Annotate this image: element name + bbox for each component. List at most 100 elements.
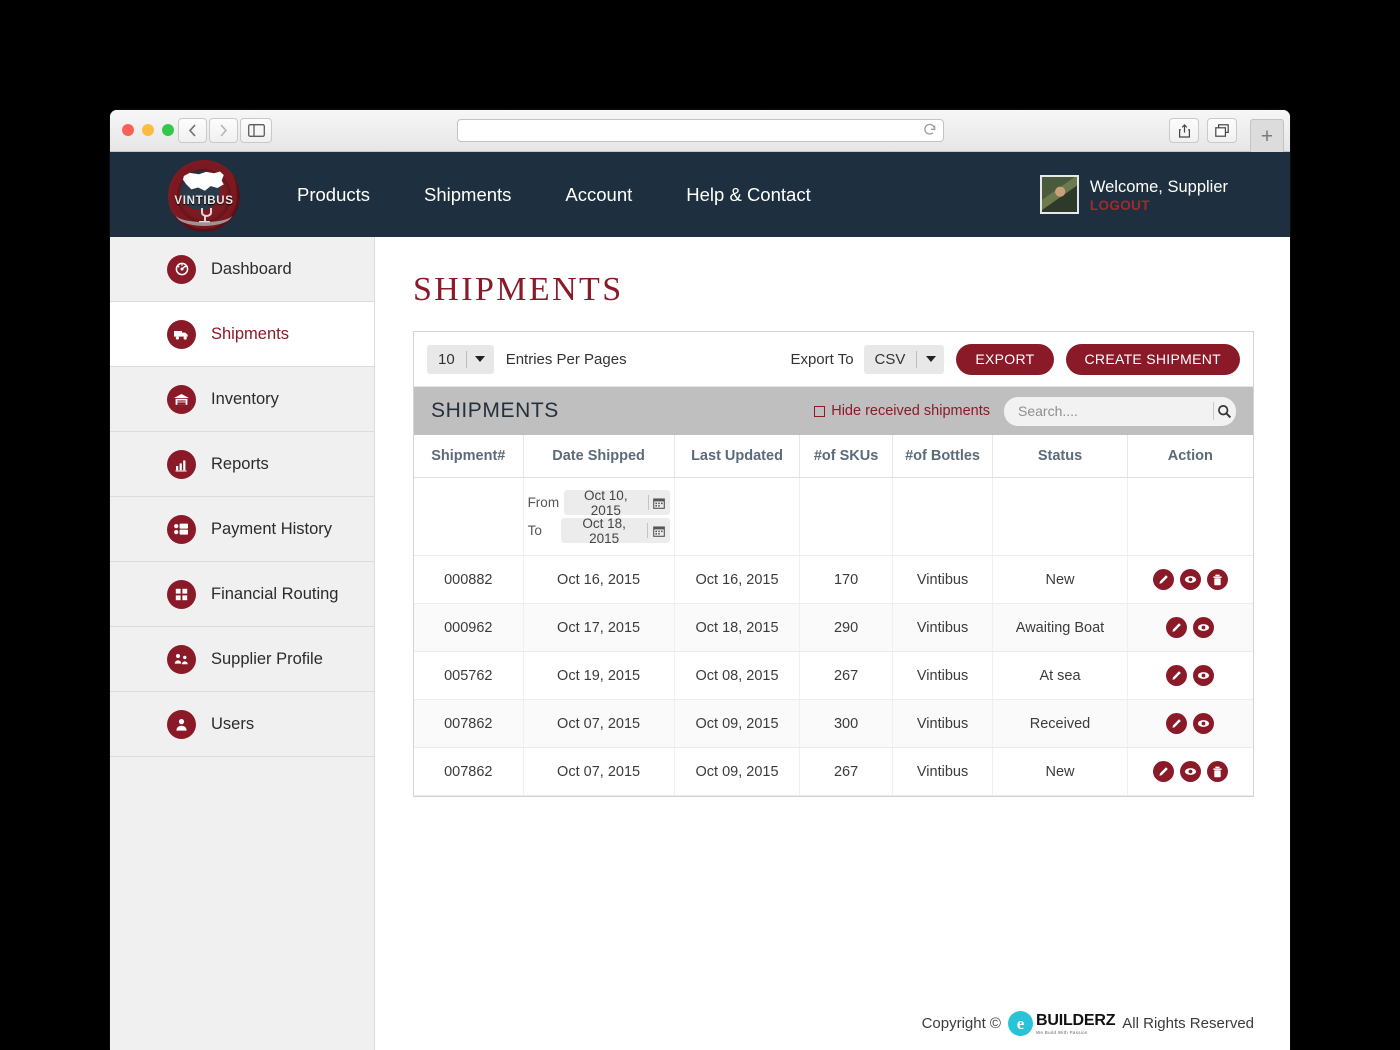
chevron-down-icon	[467, 356, 494, 362]
back-chevron-icon	[188, 124, 196, 137]
share-button[interactable]	[1169, 118, 1199, 143]
panel-toolbar: 10 Entries Per Pages Export To CSV EXPOR…	[414, 332, 1253, 387]
column-bottles[interactable]: #of Bottles	[892, 435, 994, 478]
sidebar-toggle-button[interactable]	[240, 118, 272, 143]
nav-link-shipments[interactable]: Shipments	[397, 184, 538, 206]
cell-status: At sea	[992, 651, 1128, 700]
nav-links: Products Shipments Account Help & Contac…	[270, 184, 838, 206]
web-page: VINTIBUS Products Shipments Account Help…	[110, 152, 1290, 1050]
browser-nav-buttons	[178, 118, 238, 143]
delete-icon[interactable]	[1206, 761, 1228, 782]
cell-skus: 300	[799, 699, 893, 748]
view-icon[interactable]	[1193, 713, 1215, 734]
sidebar-toggle-icon	[247, 124, 265, 137]
search-box	[1004, 396, 1236, 426]
nav-link-account[interactable]: Account	[538, 184, 659, 206]
address-bar[interactable]	[457, 119, 944, 142]
nav-link-products[interactable]: Products	[270, 184, 397, 206]
cell-date-shipped: Oct 19, 2015	[523, 651, 675, 700]
sidebar-item-payment-history[interactable]: Payment History	[110, 497, 374, 562]
sidebar-item-supplier-profile[interactable]: Supplier Profile	[110, 627, 374, 692]
edit-icon[interactable]	[1152, 569, 1174, 590]
cell-date-shipped: Oct 16, 2015	[523, 555, 675, 604]
close-window-button[interactable]	[122, 124, 134, 136]
vintibus-logo[interactable]: VINTIBUS	[168, 160, 240, 232]
view-icon[interactable]	[1193, 665, 1215, 686]
export-format-select[interactable]: CSV	[863, 344, 945, 374]
table-row: 005762 Oct 19, 2015 Oct 08, 2015 267 Vin…	[414, 651, 1253, 700]
entries-per-page-select[interactable]: 10	[427, 344, 494, 374]
filter-cell-empty	[992, 477, 1128, 556]
column-shipment-number[interactable]: Shipment#	[414, 435, 524, 478]
avatar[interactable]	[1039, 175, 1079, 214]
window-controls	[122, 124, 174, 136]
view-icon[interactable]	[1179, 761, 1201, 782]
cell-status: Received	[992, 699, 1128, 748]
edit-icon[interactable]	[1166, 617, 1188, 638]
maximize-window-button[interactable]	[162, 124, 174, 136]
reload-button[interactable]	[923, 123, 937, 142]
cell-bottles: Vintibus	[892, 699, 994, 748]
nav-link-help-contact[interactable]: Help & Contact	[659, 184, 837, 206]
forward-chevron-icon	[220, 124, 228, 137]
search-icon	[1218, 404, 1232, 418]
copyright-prefix: Copyright ©	[921, 1015, 1001, 1032]
logout-link[interactable]: LOGOUT	[1090, 198, 1228, 213]
filter-cell-empty	[1127, 477, 1253, 556]
row-actions	[1132, 761, 1249, 782]
column-status[interactable]: Status	[992, 435, 1128, 478]
edit-icon[interactable]	[1152, 761, 1174, 782]
search-button[interactable]	[1214, 404, 1236, 419]
column-last-updated[interactable]: Last Updated	[674, 435, 801, 478]
minimize-window-button[interactable]	[142, 124, 154, 136]
chevron-down-icon	[917, 356, 944, 362]
edit-icon[interactable]	[1166, 665, 1188, 686]
cell-last-updated: Oct 09, 2015	[674, 747, 801, 796]
main-content: SHIPMENTS 10 Entries Per Pages Export To	[375, 237, 1290, 1050]
column-skus[interactable]: #of SKUs	[799, 435, 893, 478]
delete-icon[interactable]	[1206, 569, 1228, 590]
cards-icon	[167, 514, 196, 544]
ebuilderz-text: BUILDERZ We Build With Passion	[1036, 1012, 1115, 1035]
shipments-panel: 10 Entries Per Pages Export To CSV EXPOR…	[413, 331, 1254, 797]
cell-shipment-number: 007862	[414, 699, 524, 748]
sidebar-item-shipments[interactable]: Shipments	[110, 302, 374, 367]
user-icon	[167, 709, 196, 739]
date-from-input[interactable]: Oct 10, 2015	[563, 490, 670, 515]
search-input[interactable]	[1004, 403, 1213, 419]
sidebar-item-reports[interactable]: Reports	[110, 432, 374, 497]
cell-last-updated: Oct 16, 2015	[674, 555, 801, 604]
date-to-label: To	[527, 523, 542, 538]
edit-icon[interactable]	[1166, 713, 1188, 734]
date-to-input[interactable]: Oct 18, 2015	[560, 518, 670, 543]
sidebar-item-label: Shipments	[211, 324, 289, 343]
table-body: From Oct 10, 2015 To Oct 18, 2015 000882…	[414, 477, 1253, 796]
export-button[interactable]: EXPORT	[956, 343, 1054, 375]
panel-title: SHIPMENTS	[431, 399, 559, 422]
filter-cell-empty	[892, 477, 994, 556]
date-from-label: From	[527, 495, 560, 510]
sidebar-item-label: Dashboard	[211, 259, 292, 278]
back-button[interactable]	[178, 118, 207, 143]
new-tab-button[interactable]: +	[1250, 119, 1284, 152]
browser-chrome: +	[110, 110, 1290, 152]
date-to-row: To Oct 18, 2015	[528, 518, 670, 543]
sidebar-item-inventory[interactable]: Inventory	[110, 367, 374, 432]
show-tabs-button[interactable]	[1207, 118, 1237, 143]
sidebar-item-financial-routing[interactable]: Financial Routing	[110, 562, 374, 627]
table-head: Shipment# Date Shipped Last Updated #of …	[414, 435, 1253, 478]
create-shipment-button[interactable]: CREATE SHIPMENT	[1065, 343, 1240, 375]
forward-button[interactable]	[209, 118, 238, 143]
sidebar-item-label: Financial Routing	[211, 584, 339, 603]
sidebar-item-dashboard[interactable]: Dashboard	[110, 237, 374, 302]
copyright-suffix: All Rights Reserved	[1122, 1015, 1254, 1032]
view-icon[interactable]	[1193, 617, 1215, 638]
sidebar: Dashboard Shipments Inventory Reports Pa…	[110, 237, 375, 1050]
row-actions	[1132, 713, 1249, 734]
cell-bottles: Vintibus	[892, 651, 994, 700]
view-icon[interactable]	[1179, 569, 1201, 590]
hide-received-shipments-checkbox[interactable]: Hide received shipments	[814, 403, 990, 419]
column-date-shipped[interactable]: Date Shipped	[523, 435, 675, 478]
people-icon	[167, 644, 196, 674]
sidebar-item-users[interactable]: Users	[110, 692, 374, 757]
